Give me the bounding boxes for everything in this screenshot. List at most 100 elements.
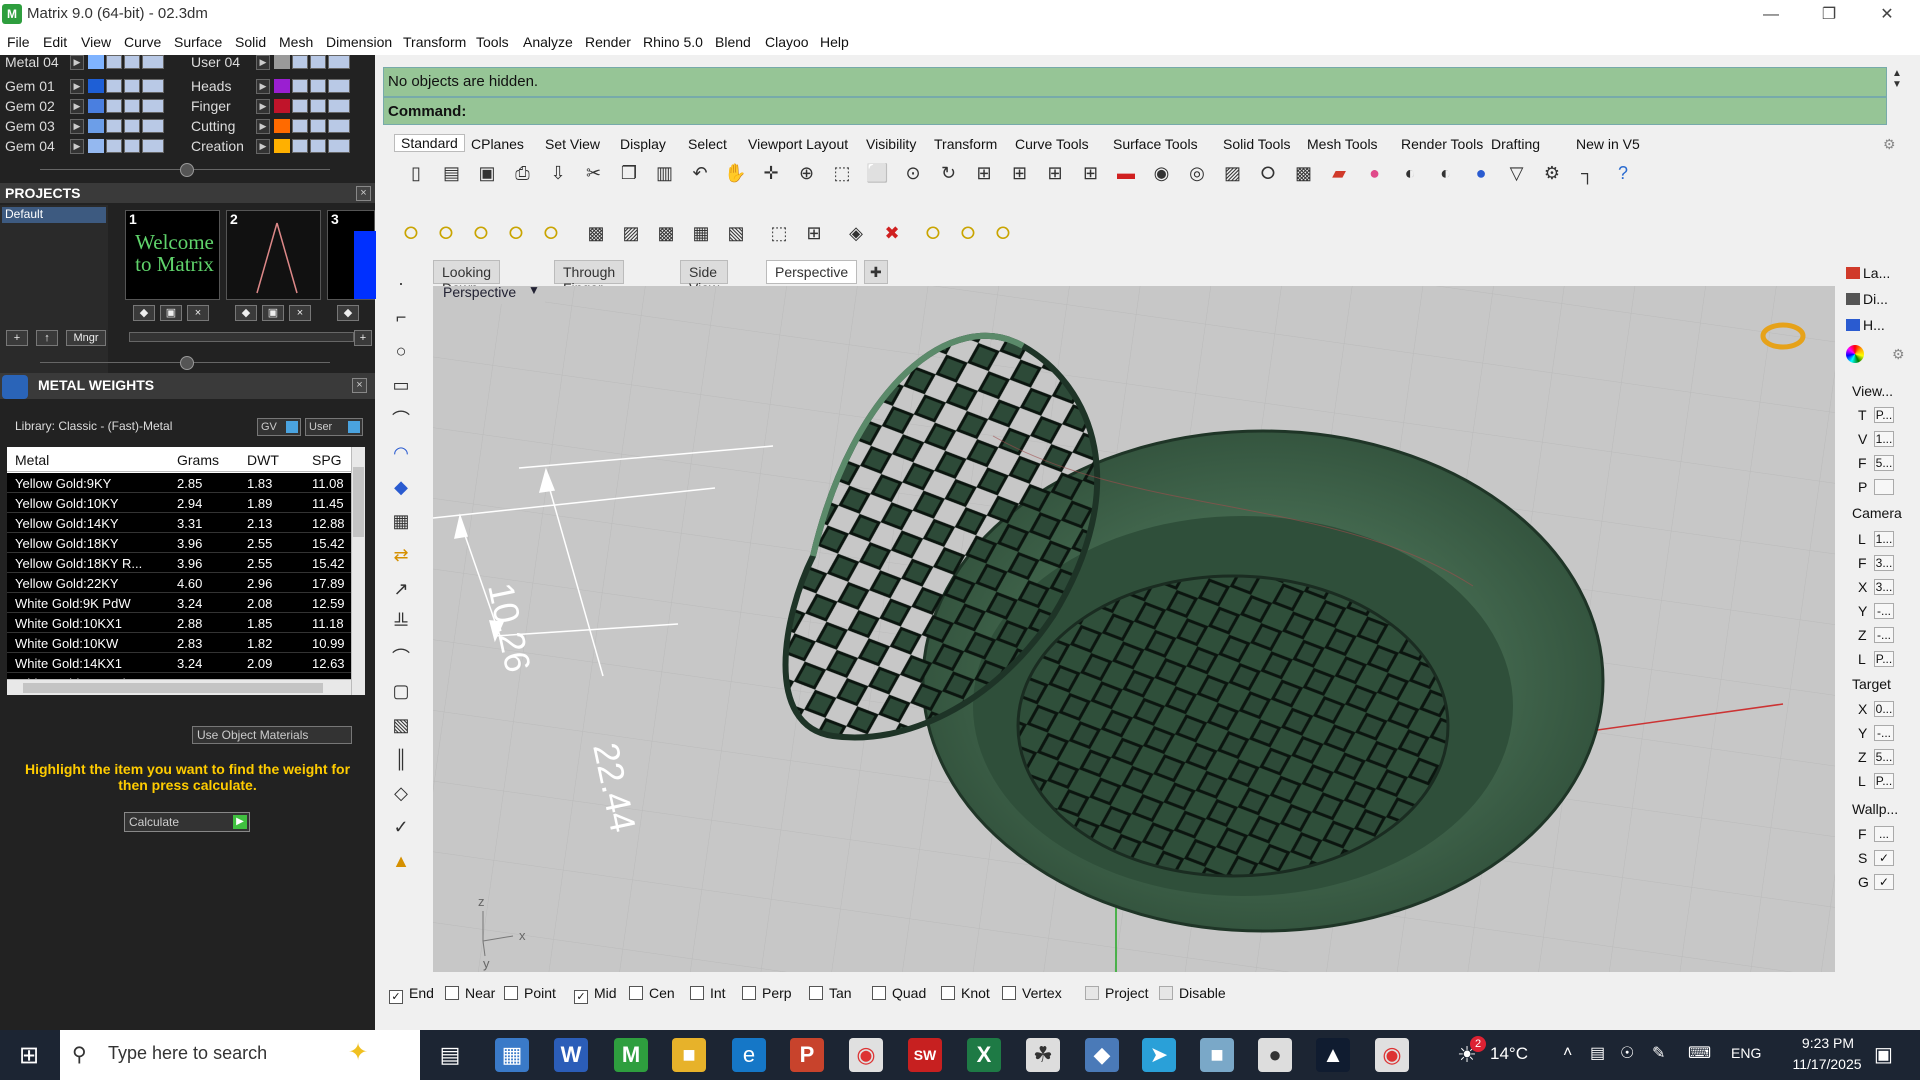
array-icon[interactable]: ║ [388,746,414,772]
prop-value[interactable]: ✓ [1874,850,1894,866]
layer-expand-icon[interactable]: ▶ [256,99,270,114]
osnap-knot[interactable]: Knot [941,985,990,1001]
menu-mesh[interactable]: Mesh [279,34,313,50]
projects-slider[interactable] [129,332,354,342]
layer-color-swatch[interactable] [274,55,290,69]
layer-expand-icon[interactable]: ▶ [70,99,84,114]
menu-render[interactable]: Render [585,34,631,50]
table-row[interactable]: White Gold:10KW 2.83 1.82 10.99 [7,633,351,653]
task-view-icon[interactable]: ▤ [433,1038,467,1072]
wifi-icon[interactable]: ☉ [1620,1043,1634,1063]
project-thumb-3[interactable]: 3 [327,210,376,300]
osnap-checkbox[interactable] [742,986,756,1000]
layer-row[interactable]: User 04 ▶ [186,53,366,72]
polyline-icon[interactable]: ⌐ [388,304,414,330]
col-grams[interactable]: Grams [177,452,219,468]
render-icon[interactable]: ◉ [1149,160,1175,186]
toolbar-tab-surface-tools[interactable]: Surface Tools [1113,136,1198,152]
layer-current-icon[interactable] [142,79,164,93]
osnap-checkbox[interactable] [1085,986,1099,1000]
lightbulb-off-icon[interactable]: ⭘ [433,220,459,246]
osnap-checkbox[interactable] [504,986,518,1000]
color-wheel-icon[interactable]: ● [1362,160,1388,186]
menu-edit[interactable]: Edit [43,34,67,50]
osnap-near[interactable]: Near [445,985,495,1001]
osnap-int[interactable]: Int [690,985,726,1001]
pipe-icon[interactable]: ╩ [388,610,414,636]
layer-color-swatch[interactable] [88,79,104,93]
layer-color-swatch[interactable] [88,119,104,133]
osnap-disable[interactable]: Disable [1159,985,1226,1001]
color-wheel-icon[interactable] [1846,345,1864,363]
delete-icon[interactable]: ✖ [879,220,905,246]
cut-icon[interactable]: ✂ [581,160,607,186]
check-icon[interactable]: ✓ [388,814,414,840]
toolbar-tab-visibility[interactable]: Visibility [866,136,916,152]
move-icon[interactable]: ✛ [758,160,784,186]
rotate-view-icon[interactable]: ↻ [936,160,962,186]
table-row[interactable]: Yellow Gold:9KY 2.85 1.83 11.08 [7,473,351,493]
file-explorer-icon[interactable]: ■ [672,1038,706,1072]
zoom-window-icon[interactable]: ⬚ [829,160,855,186]
prop-value[interactable]: ✓ [1874,874,1894,890]
thumb-delete-icon[interactable]: × [187,305,209,321]
prop-value[interactable]: 3... [1874,579,1894,595]
new-file-icon[interactable]: ▯ [403,160,429,186]
osnap-project[interactable]: Project [1085,985,1149,1001]
perspective-viewport[interactable]: 10.26 22.44 z x y Perspective ▼ [433,286,1835,972]
collapse-handle[interactable] [180,163,194,177]
car-icon[interactable]: ▬ [1113,160,1139,186]
project-thumb-2[interactable]: 2 [226,210,321,300]
prop-value[interactable]: 5... [1874,749,1894,765]
osnap-checkbox[interactable] [445,986,459,1000]
point-icon[interactable]: · [388,270,414,296]
tab-looking-down[interactable]: Looking Down [433,260,501,296]
app-icon[interactable]: ▲ [1316,1038,1350,1072]
layer-row[interactable]: Heads ▶ [186,77,366,96]
layer-row[interactable]: Gem 02 ▶ [0,97,180,116]
menu-dimension[interactable]: Dimension [326,34,392,50]
solidworks-app-icon[interactable]: SW [908,1038,942,1072]
prop-value[interactable]: ... [1874,826,1894,842]
use-object-materials-toggle[interactable]: Use Object Materials [192,726,352,744]
undo-icon[interactable]: ↶ [687,160,713,186]
menu-rhino5[interactable]: Rhino 5.0 [643,34,703,50]
panel-tab[interactable]: Di... [1846,291,1901,313]
layer-visibility-icon[interactable] [310,79,326,93]
table-vscroll[interactable] [351,447,365,695]
windows-start-icon[interactable]: ⊞ [12,1038,46,1072]
prop-value[interactable]: P... [1874,651,1894,667]
filter-icon[interactable]: ▽ [1504,160,1530,186]
clock-time[interactable]: 9:23 PM [1788,1035,1868,1051]
layer-visibility-icon[interactable] [124,139,140,153]
viewport-menu-arrow-icon[interactable]: ▼ [528,286,540,297]
layer-expand-icon[interactable]: ▶ [256,55,270,70]
layer-current-icon[interactable] [328,99,350,113]
toolbar-tab-select[interactable]: Select [688,136,727,152]
maximize-button[interactable]: ❐ [1800,0,1858,29]
keyboard-icon[interactable]: ⌨ [1688,1043,1711,1063]
hide-icon[interactable]: ◈ [843,220,869,246]
save-icon[interactable]: ▣ [474,160,500,186]
thumb-save-icon[interactable]: ▣ [160,305,182,321]
minimize-button[interactable]: — [1742,0,1800,29]
layer-lock-icon[interactable] [292,99,308,113]
osnap-checkbox[interactable] [1002,986,1016,1000]
app-icon[interactable]: ■ [1200,1038,1234,1072]
project-default[interactable]: Default [2,207,106,223]
curve-tools-icon[interactable]: ⌒ [388,644,414,670]
table-row[interactable]: Yellow Gold:10KY 2.94 1.89 11.45 [7,493,351,513]
chrome-browser-icon[interactable]: ◉ [849,1038,883,1072]
layer-row[interactable]: Creation ▶ [186,137,366,156]
app-icon[interactable]: ● [1258,1038,1292,1072]
scroll-thumb[interactable] [23,683,323,693]
layer-lock-icon[interactable] [106,55,122,69]
prop-value[interactable]: P... [1874,773,1894,789]
table-row[interactable]: White Gold:10KX1 2.88 1.85 11.18 [7,613,351,633]
toolbar-tab-curve-tools[interactable]: Curve Tools [1015,136,1089,152]
menu-file[interactable]: File [7,34,30,50]
layer-row[interactable]: Gem 01 ▶ [0,77,180,96]
col-metal[interactable]: Metal [15,452,49,468]
clock-date[interactable]: 11/17/2025 [1782,1056,1872,1072]
osnap-checkbox[interactable] [1159,986,1173,1000]
